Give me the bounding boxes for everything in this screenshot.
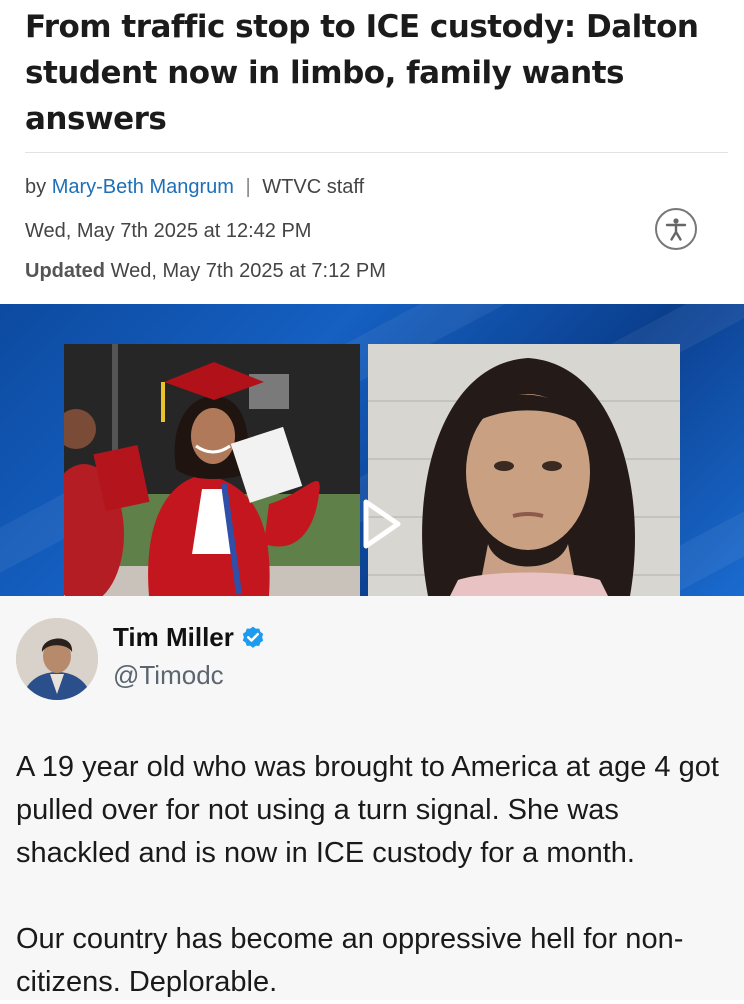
byline-separator: | bbox=[245, 176, 251, 198]
mugshot-photo bbox=[368, 344, 680, 596]
tweet-handle[interactable]: @Timodc bbox=[113, 660, 224, 691]
article-headline: From traffic stop to ICE custody: Dalton… bbox=[25, 9, 699, 137]
play-icon[interactable] bbox=[360, 496, 404, 552]
avatar[interactable] bbox=[16, 618, 98, 700]
divider bbox=[25, 152, 728, 153]
updated-value: Wed, May 7th 2025 at 7:12 PM bbox=[110, 260, 386, 282]
graduation-photo bbox=[64, 344, 360, 596]
accessibility-icon[interactable] bbox=[655, 208, 697, 250]
outlet-name: WTVC staff bbox=[262, 176, 365, 198]
published-date: Wed, May 7th 2025 at 12:42 PM bbox=[25, 220, 312, 242]
verified-badge-icon bbox=[242, 626, 264, 648]
byline-prefix: by bbox=[25, 176, 47, 198]
byline: by Mary-Beth Mangrum | WTVC staff bbox=[25, 176, 364, 199]
updated-date: Updated Wed, May 7th 2025 at 7:12 PM bbox=[25, 260, 386, 283]
video-thumbnail[interactable] bbox=[0, 304, 744, 596]
tweet-text-paragraph-2: Our country has become an oppressive hel… bbox=[16, 923, 684, 998]
tweet-author-name: Tim Miller bbox=[113, 622, 234, 652]
tweet-author[interactable]: Tim Miller bbox=[113, 622, 266, 653]
author-link[interactable]: Mary-Beth Mangrum bbox=[52, 176, 234, 198]
tweet-text-paragraph-1: A 19 year old who was brought to America… bbox=[16, 751, 719, 869]
updated-label: Updated bbox=[25, 260, 105, 282]
